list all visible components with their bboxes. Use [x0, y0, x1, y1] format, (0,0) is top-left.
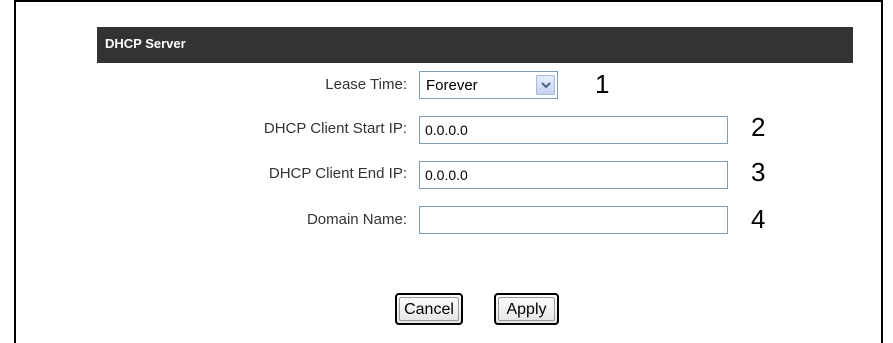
- marker-4: 4: [751, 204, 766, 234]
- marker-1: 1: [595, 69, 610, 99]
- lease-time-label: Lease Time:: [325, 76, 407, 93]
- marker-3: 3: [751, 157, 766, 187]
- cancel-button-label: Cancel: [399, 297, 459, 321]
- cancel-button[interactable]: Cancel: [395, 293, 463, 325]
- domain-name-label: Domain Name:: [306, 211, 407, 228]
- chevron-down-icon[interactable]: [536, 75, 555, 95]
- apply-button-label: Apply: [498, 297, 555, 321]
- section-header: DHCP Server: [97, 27, 853, 63]
- lease-time-select[interactable]: Forever: [419, 71, 558, 99]
- start-ip-input[interactable]: [419, 116, 728, 144]
- end-ip-label: DHCP Client End IP:: [268, 165, 407, 182]
- start-ip-label: DHCP Client Start IP:: [263, 120, 407, 137]
- section-title: DHCP Server: [105, 36, 186, 51]
- marker-2: 2: [751, 112, 766, 142]
- apply-button[interactable]: Apply: [494, 293, 559, 325]
- end-ip-input[interactable]: [419, 161, 728, 189]
- lease-time-selected-value: Forever: [426, 77, 478, 94]
- domain-name-input[interactable]: [419, 206, 728, 234]
